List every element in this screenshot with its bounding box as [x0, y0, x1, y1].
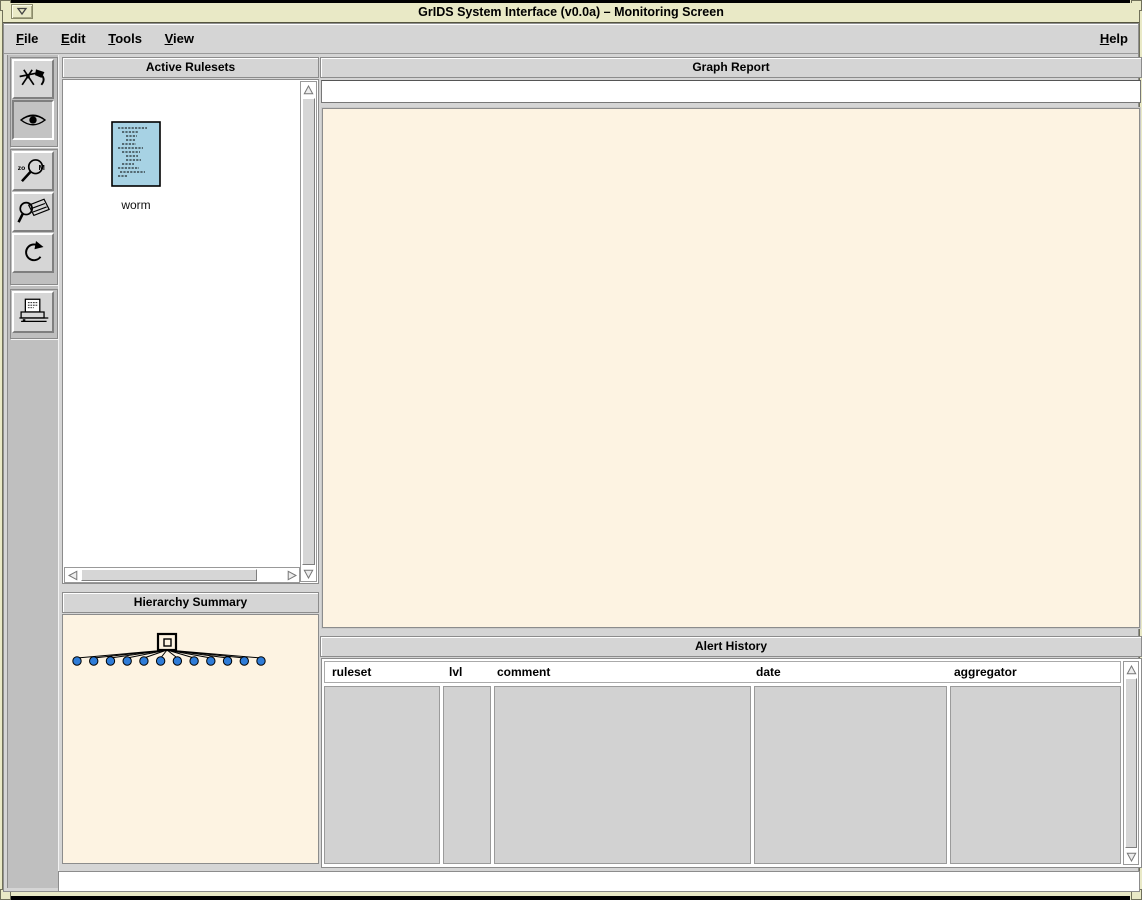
tools-icon	[16, 64, 50, 94]
toolbar-group-view: zo M	[10, 149, 58, 285]
column-header-aggregator[interactable]: aggregator	[954, 665, 1017, 679]
inspect-button[interactable]	[12, 192, 54, 232]
menu-file[interactable]: File	[16, 31, 38, 46]
active-rulesets-horizontal-scrollbar[interactable]	[64, 567, 300, 583]
refresh-icon	[18, 239, 48, 267]
scrollbar-trough[interactable]	[258, 568, 284, 582]
active-rulesets-title: Active Rulesets	[146, 60, 235, 74]
graph-report-title: Graph Report	[692, 60, 769, 74]
scroll-up-icon[interactable]	[301, 82, 316, 97]
toolbar-group-modes	[10, 57, 58, 147]
alert-column-comment	[494, 686, 751, 864]
scroll-left-icon[interactable]	[65, 568, 80, 582]
menubar: File Edit Tools View Help	[4, 24, 1138, 54]
column-header-lvl[interactable]: lvl	[449, 665, 462, 679]
zoom-button[interactable]: zo M	[12, 151, 54, 191]
search-documents-icon	[16, 196, 50, 228]
graph-report-canvas[interactable]	[322, 108, 1140, 628]
alert-column-date	[754, 686, 947, 864]
titlebar[interactable]: GrIDS System Interface (v0.0a) – Monitor…	[3, 3, 1139, 23]
print-button[interactable]	[12, 291, 54, 333]
toolbar: zo M	[7, 55, 59, 888]
ruleset-item-worm[interactable]: worm	[103, 121, 169, 212]
scrollbar-thumb[interactable]	[302, 98, 315, 565]
hierarchy-summary-canvas[interactable]	[62, 614, 319, 864]
alert-history-title: Alert History	[695, 639, 767, 653]
svg-text:M: M	[39, 163, 45, 172]
ruleset-item-label: worm	[103, 198, 169, 212]
column-header-ruleset[interactable]: ruleset	[332, 665, 371, 679]
scroll-right-icon[interactable]	[284, 568, 299, 582]
monitor-button[interactable]	[12, 100, 54, 140]
scrollbar-thumb[interactable]	[1125, 678, 1137, 848]
print-icon	[16, 296, 50, 328]
active-rulesets-content: worm	[64, 81, 300, 566]
alert-column-lvl	[443, 686, 491, 864]
menu-view[interactable]: View	[165, 31, 194, 46]
status-bar	[58, 871, 1140, 892]
alert-history-column-headers: ruleset lvl comment date aggregator	[324, 661, 1121, 683]
scrollbar-thumb[interactable]	[81, 569, 257, 581]
toolbar-group-output	[10, 289, 58, 339]
menu-tools[interactable]: Tools	[108, 31, 142, 46]
window-frame-bottom	[10, 896, 1130, 900]
graph-report-field[interactable]	[321, 80, 1141, 103]
alert-history-header: Alert History	[320, 636, 1142, 657]
column-header-date[interactable]: date	[756, 665, 781, 679]
alert-column-aggregator	[950, 686, 1121, 864]
active-rulesets-header: Active Rulesets	[62, 57, 319, 78]
hierarchy-graph	[63, 615, 318, 863]
tools-button[interactable]	[12, 59, 54, 99]
window-title: GrIDS System Interface (v0.0a) – Monitor…	[3, 3, 1139, 22]
scroll-up-icon[interactable]	[1124, 662, 1138, 677]
menu-edit[interactable]: Edit	[61, 31, 86, 46]
alert-history-table: ruleset lvl comment date aggregator	[321, 658, 1142, 868]
window-menu-button[interactable]	[11, 4, 33, 19]
scroll-down-icon[interactable]	[301, 566, 316, 581]
hierarchy-summary-title: Hierarchy Summary	[134, 595, 247, 609]
zoom-icon: zo M	[16, 155, 50, 187]
window-menu-triangle-icon	[16, 3, 28, 21]
ruleset-document-icon	[111, 174, 161, 191]
active-rulesets-vertical-scrollbar[interactable]	[300, 81, 317, 582]
refresh-button[interactable]	[12, 233, 54, 273]
graph-report-header: Graph Report	[320, 57, 1142, 78]
alert-history-vertical-scrollbar[interactable]	[1123, 661, 1139, 865]
alert-column-ruleset	[324, 686, 440, 864]
menu-help[interactable]: Help	[1100, 31, 1128, 46]
hierarchy-summary-header: Hierarchy Summary	[62, 592, 319, 613]
eye-icon	[17, 108, 49, 132]
column-header-comment[interactable]: comment	[497, 665, 550, 679]
active-rulesets-list: worm	[62, 79, 319, 584]
application-area: File Edit Tools View Help	[3, 23, 1139, 892]
scroll-down-icon[interactable]	[1124, 849, 1138, 864]
grids-monitoring-window: { "window": { "title": "GrIDS System Int…	[0, 0, 1142, 900]
svg-text:zo: zo	[18, 165, 26, 172]
